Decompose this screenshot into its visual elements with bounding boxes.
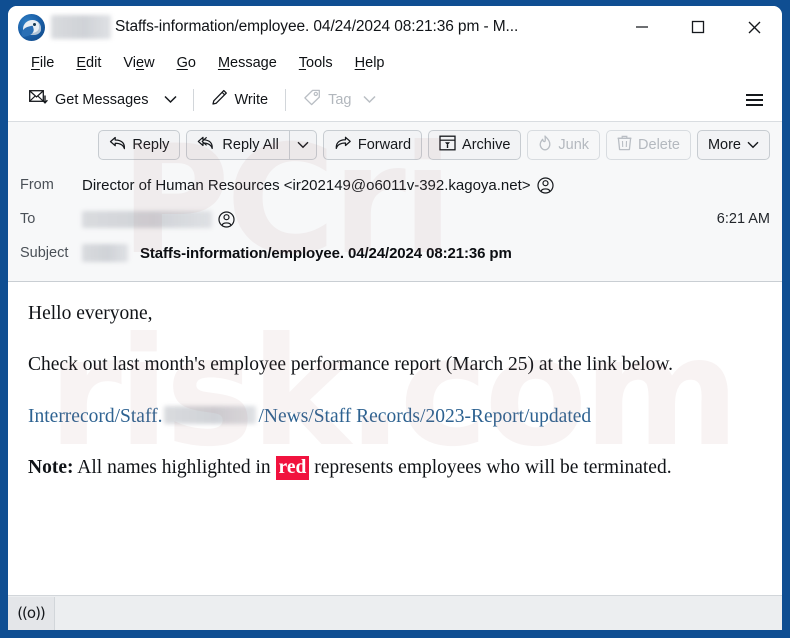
menu-edit[interactable]: Edit xyxy=(67,52,110,74)
menu-help[interactable]: Help xyxy=(346,52,394,74)
phishing-link-suffix[interactable]: /News/Staff Records/2023-Report/updated xyxy=(258,406,591,427)
maximize-button[interactable] xyxy=(670,6,726,48)
reply-all-button[interactable]: Reply All xyxy=(186,130,289,160)
header-row-to: To 6:21 AM xyxy=(8,202,782,236)
note-before: All names highlighted in xyxy=(73,457,276,479)
toolbar-separator xyxy=(285,88,287,111)
menu-tools[interactable]: Tools xyxy=(290,52,342,74)
forward-arrow-icon xyxy=(334,136,352,154)
from-label: From xyxy=(20,177,54,193)
menu-file[interactable]: File xyxy=(22,52,63,74)
reply-all-dropdown[interactable] xyxy=(288,130,317,160)
thunderbird-logo-icon xyxy=(18,13,45,41)
flame-icon xyxy=(538,135,552,155)
reply-label: Reply xyxy=(132,137,170,153)
body-paragraph: Check out last month's employee performa… xyxy=(28,354,674,376)
chevron-down-icon xyxy=(297,141,309,149)
hamburger-icon xyxy=(746,93,763,96)
header-row-from: From Director of Human Resources <ir2021… xyxy=(8,168,782,202)
forward-button[interactable]: Forward xyxy=(322,130,423,160)
trash-icon xyxy=(617,135,632,155)
message-body: Hello everyone, Check out last month's e… xyxy=(8,282,782,595)
archive-button[interactable]: Archive xyxy=(428,130,522,160)
menu-bar: File Edit View Go Message Tools Help xyxy=(8,48,782,78)
chevron-down-icon xyxy=(363,95,376,104)
red-highlight-chip: red xyxy=(275,456,310,481)
reply-all-arrow-icon xyxy=(197,136,216,154)
window-controls xyxy=(614,6,782,48)
pencil-icon xyxy=(211,89,228,110)
from-value[interactable]: Director of Human Resources <ir202149@o6… xyxy=(82,177,531,194)
reply-all-label: Reply All xyxy=(222,137,279,153)
junk-label: Junk xyxy=(558,137,590,153)
forward-label: Forward xyxy=(357,137,412,153)
delete-button[interactable]: Delete xyxy=(606,130,691,160)
title-redaction xyxy=(51,15,111,39)
body-greeting: Hello everyone, xyxy=(28,303,153,324)
reply-all-group: Reply All xyxy=(186,130,317,160)
window-content: Staffs-information/employee. 04/24/2024 … xyxy=(8,6,782,630)
junk-button[interactable]: Junk xyxy=(527,130,601,160)
delete-label: Delete xyxy=(638,137,680,153)
more-label: More xyxy=(707,137,741,153)
note-label: Note: xyxy=(28,457,74,479)
message-time: 6:21 AM xyxy=(716,211,770,227)
write-label: Write xyxy=(234,91,269,108)
note-after: represents employees who will be termina… xyxy=(309,457,672,479)
menu-message[interactable]: Message xyxy=(209,52,286,74)
close-button[interactable] xyxy=(726,6,782,48)
tag-button[interactable]: Tag xyxy=(296,84,383,115)
envelope-download-icon xyxy=(29,89,48,110)
toolbar-separator xyxy=(192,88,194,111)
reply-button[interactable]: Reply xyxy=(98,130,181,160)
header-body-divider xyxy=(8,274,782,282)
contact-person-icon[interactable] xyxy=(536,176,554,194)
link-prefix: Interrecord/Staff. xyxy=(28,405,163,427)
archive-box-icon xyxy=(439,135,456,155)
tag-icon xyxy=(303,89,321,110)
header-row-subject: Subject Staffs-information/employee. 04/… xyxy=(8,236,782,274)
write-button[interactable]: Write xyxy=(204,84,276,115)
message-action-toolbar: Reply Reply All Forward Archive Junk Del… xyxy=(8,130,782,168)
more-button[interactable]: More xyxy=(696,130,770,160)
link-redaction xyxy=(164,405,257,424)
chevron-down-icon xyxy=(163,95,177,104)
menu-file-label: ile xyxy=(39,55,55,71)
main-toolbar: Get Messages Write Tag xyxy=(8,78,782,122)
get-messages-button[interactable]: Get Messages xyxy=(22,84,156,115)
get-messages-label: Get Messages xyxy=(55,91,149,108)
subject-redaction xyxy=(82,244,128,262)
body-link-line: Interrecord/Staff. /News/Staff Records/20… xyxy=(28,405,762,429)
window-title: Staffs-information/employee. 04/24/2024 … xyxy=(115,18,519,35)
phishing-link[interactable]: Interrecord/Staff. xyxy=(28,406,162,427)
subject-value: Staffs-information/employee. 04/24/2024 … xyxy=(140,244,512,262)
minimize-button[interactable] xyxy=(614,6,670,48)
archive-label: Archive xyxy=(462,137,511,153)
status-bar: ((o)) xyxy=(8,595,782,630)
body-note: Note: All names highlighted in red repre… xyxy=(28,456,762,481)
reply-arrow-icon xyxy=(109,136,126,154)
contact-person-icon[interactable] xyxy=(218,210,235,228)
get-messages-dropdown[interactable] xyxy=(158,90,183,109)
online-signal-icon[interactable]: ((o)) xyxy=(8,596,55,630)
title-bar: Staffs-information/employee. 04/24/2024 … xyxy=(8,6,782,48)
to-label: To xyxy=(20,211,36,227)
subject-label: Subject xyxy=(20,245,69,261)
to-value-redaction xyxy=(82,210,212,228)
message-header-pane: Reply Reply All Forward Archive Junk Del… xyxy=(8,122,782,274)
menu-view[interactable]: View xyxy=(114,52,163,74)
menu-go[interactable]: Go xyxy=(168,52,205,74)
chevron-down-icon xyxy=(747,141,759,149)
application-window: Staffs-information/employee. 04/24/2024 … xyxy=(0,0,790,638)
app-menu-button[interactable] xyxy=(737,86,772,114)
tag-label: Tag xyxy=(328,91,352,108)
